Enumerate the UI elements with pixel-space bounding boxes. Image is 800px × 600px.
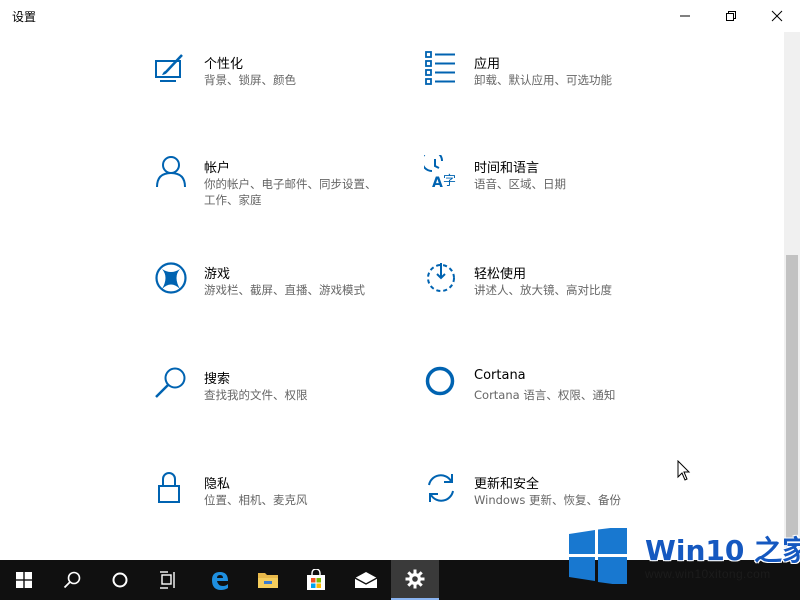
watermark-url: www.win10xitong.com: [645, 567, 771, 581]
task-view-button[interactable]: [144, 560, 192, 600]
tile-description: 查找我的文件、权限: [204, 388, 308, 402]
tile-title: 搜索: [204, 372, 231, 387]
settings-icon: [405, 569, 425, 589]
settings-taskbar-button[interactable]: [391, 560, 439, 600]
personalization-icon: [155, 54, 183, 82]
cortana-icon: [112, 572, 128, 588]
search-icon: [155, 367, 186, 398]
svg-text:字: 字: [443, 174, 456, 189]
mail-button[interactable]: [342, 560, 390, 600]
tile-title: 帐户: [204, 161, 231, 176]
watermark-brand: Win10 之家: [645, 534, 800, 567]
xbox-icon: [155, 262, 187, 294]
tile-title: 隐私: [204, 477, 231, 492]
tile-title: 游戏: [204, 267, 231, 282]
minimize-button[interactable]: [662, 0, 708, 32]
start-button[interactable]: [0, 560, 48, 600]
lock-icon: [158, 472, 180, 503]
tile-title: 应用: [474, 57, 501, 72]
start-icon: [16, 572, 32, 588]
tile-title: 更新和安全: [474, 477, 540, 492]
tile-description: 讲述人、放大镜、高对比度: [474, 283, 612, 297]
tile-privacy[interactable]: 隐私 位置、相机、麦克风: [154, 471, 404, 541]
vertical-scrollbar[interactable]: [784, 32, 800, 560]
task-view-icon: [160, 571, 175, 589]
file-explorer-icon: [258, 573, 278, 588]
restore-icon: [726, 11, 736, 21]
tile-description: 语音、区域、日期: [474, 177, 566, 191]
tile-accounts[interactable]: 帐户 你的帐户、电子邮件、同步设置、工作、家庭: [154, 155, 404, 225]
file-explorer-button[interactable]: [244, 560, 292, 600]
settings-window: 设置 个性化 背景、锁屏、颜色 应用 卸载、默认应用、可选功能 帐户 你的帐户、…: [0, 0, 800, 560]
restore-button[interactable]: [708, 0, 754, 32]
mouse-cursor-icon: [677, 460, 691, 481]
tile-description: Cortana 语言、权限、通知: [474, 388, 616, 402]
search-icon: [63, 571, 81, 589]
ease-of-access-icon: [427, 263, 455, 292]
tile-title: 个性化: [204, 57, 244, 72]
tile-description: Windows 更新、恢复、备份: [474, 493, 621, 507]
sync-icon: [428, 474, 454, 502]
close-icon: [771, 10, 783, 22]
windows-logo-icon: [569, 528, 627, 584]
store-button[interactable]: [292, 560, 340, 600]
tile-personalization[interactable]: 个性化 背景、锁屏、颜色: [154, 51, 404, 121]
tile-time-language[interactable]: A 字 时间和语言 语音、区域、日期: [424, 155, 674, 225]
tile-description: 背景、锁屏、颜色: [204, 73, 296, 87]
tile-search[interactable]: 搜索 查找我的文件、权限: [154, 366, 404, 436]
mail-icon: [354, 572, 378, 588]
title-bar: 设置: [0, 0, 800, 32]
tile-description: 位置、相机、麦克风: [204, 493, 308, 507]
svg-text:A: A: [432, 175, 443, 189]
window-title: 设置: [12, 10, 37, 24]
account-icon: [156, 156, 186, 188]
store-icon: [307, 569, 325, 590]
tile-description: 游戏栏、截屏、直播、游戏模式: [204, 283, 365, 297]
close-button[interactable]: [754, 0, 800, 32]
tile-apps[interactable]: 应用 卸载、默认应用、可选功能: [424, 51, 674, 121]
watermark-logo: Win10 之家 www.win10xitong.com: [563, 525, 800, 587]
scrollbar-thumb[interactable]: [786, 255, 798, 550]
edge-button[interactable]: [196, 560, 244, 600]
tile-description: 你的帐户、电子邮件、同步设置、工作、家庭: [204, 177, 377, 207]
tile-ease-of-access[interactable]: 轻松使用 讲述人、放大镜、高对比度: [424, 261, 674, 331]
taskbar-cortana-button[interactable]: [96, 560, 144, 600]
tile-title: 时间和语言: [474, 161, 540, 176]
apps-icon: [425, 51, 455, 85]
tile-cortana[interactable]: Cortana Cortana 语言、权限、通知: [424, 366, 674, 436]
tile-title: Cortana: [474, 368, 526, 383]
tile-title: 轻松使用: [474, 267, 527, 282]
cortana-icon: [425, 366, 455, 396]
edge-icon: [212, 572, 228, 590]
taskbar-search-button[interactable]: [48, 560, 96, 600]
tile-description: 卸载、默认应用、可选功能: [474, 73, 612, 87]
minimize-icon: [680, 15, 690, 17]
tile-gaming[interactable]: 游戏 游戏栏、截屏、直播、游戏模式: [154, 261, 404, 331]
time-language-icon: A 字: [424, 155, 456, 189]
